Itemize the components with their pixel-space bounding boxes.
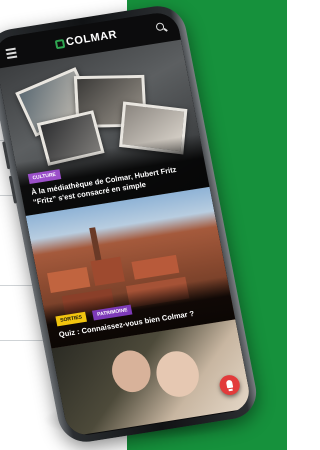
microphone-icon[interactable]: [217, 373, 242, 397]
rooftop: [47, 267, 91, 293]
rooftop: [131, 254, 180, 280]
category-tag[interactable]: SORTIES: [55, 311, 87, 326]
rooftop: [90, 256, 125, 286]
logo-mark-icon: [54, 38, 66, 49]
search-icon[interactable]: [155, 22, 167, 33]
logo-text: COLMAR: [65, 28, 119, 49]
menu-icon[interactable]: [5, 46, 18, 60]
article-photo-person: [152, 348, 203, 400]
volume-button: [2, 141, 11, 170]
category-tag[interactable]: CULTURE: [27, 169, 61, 185]
app-logo[interactable]: COLMAR: [54, 29, 118, 51]
article-photo-person: [108, 347, 155, 395]
category-tag[interactable]: PATRIMOINE: [92, 304, 133, 321]
volume-button: [8, 175, 18, 204]
article-card[interactable]: CULTURE À la médiathèque de Colmar, Hube…: [0, 39, 210, 216]
